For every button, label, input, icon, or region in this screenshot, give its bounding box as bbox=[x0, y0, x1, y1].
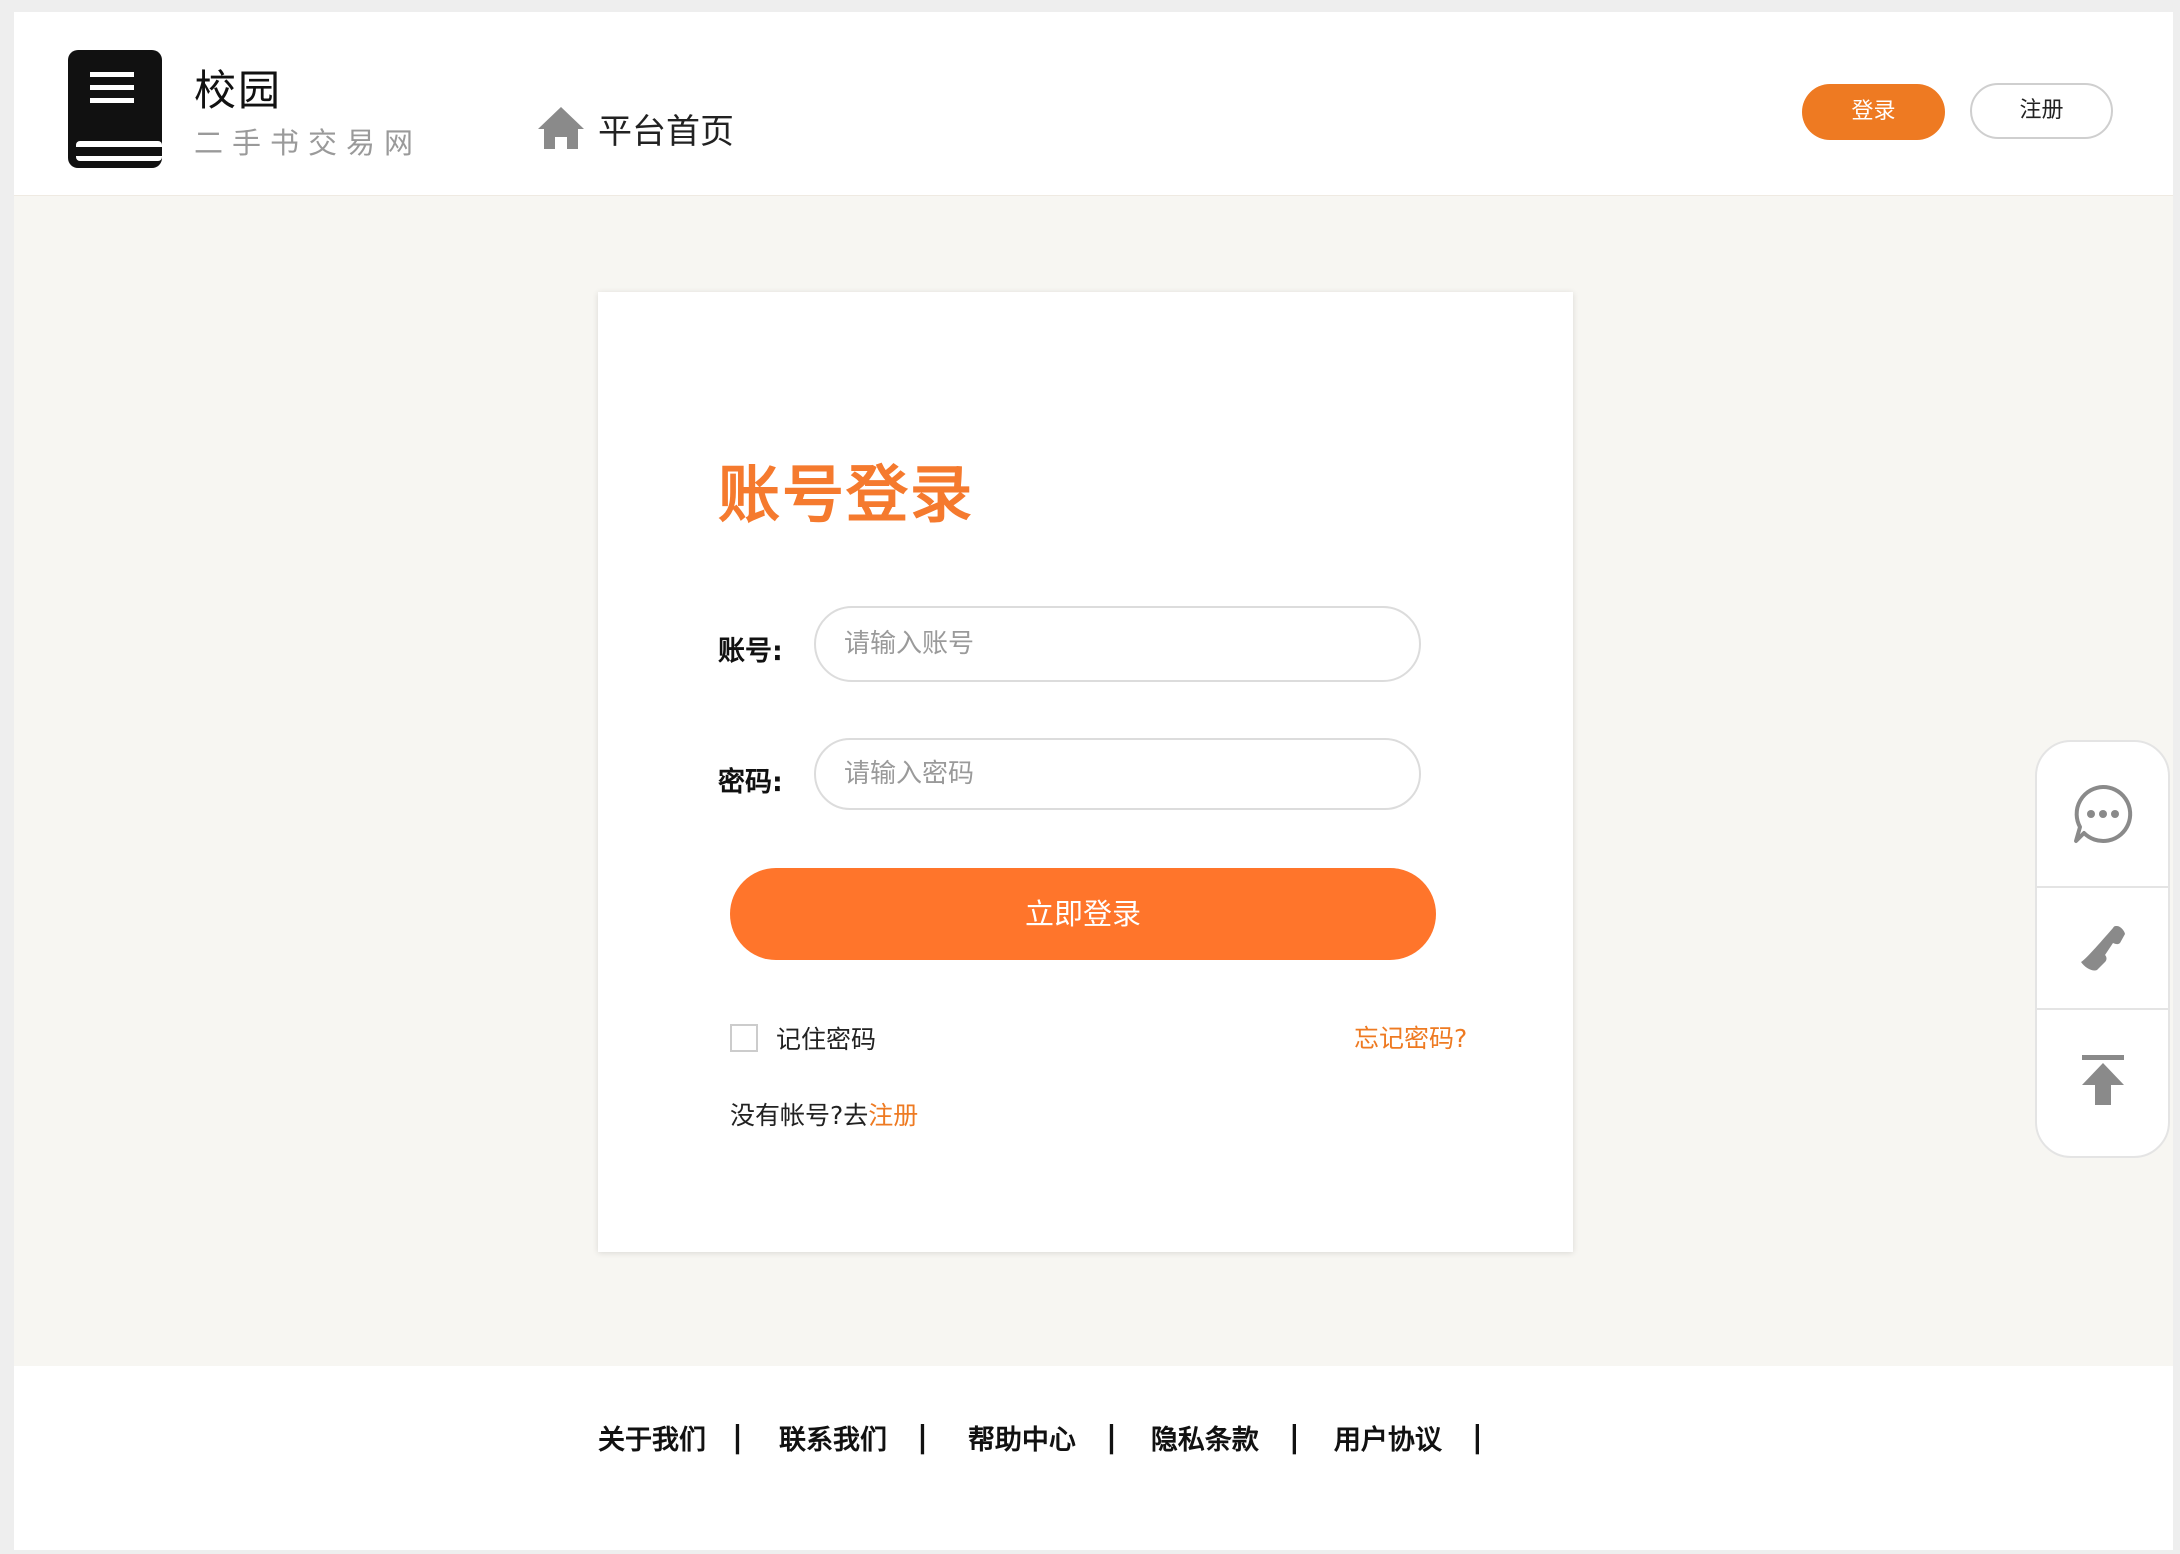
side-toolbar bbox=[2035, 740, 2170, 1158]
phone-icon bbox=[2080, 926, 2125, 971]
footer-separator: | bbox=[1471, 1420, 1483, 1455]
register-link[interactable]: 注册 bbox=[868, 1101, 918, 1130]
account-label: 账号: bbox=[718, 636, 783, 667]
no-account-text: 没有帐号?去注册 bbox=[730, 1096, 918, 1132]
login-submit-button[interactable]: 立即登录 bbox=[730, 868, 1436, 960]
forgot-password-link[interactable]: 忘记密码? bbox=[1354, 1019, 1467, 1055]
back-to-top-button[interactable] bbox=[2037, 1010, 2168, 1150]
footer-link-privacy[interactable]: 隐私条款 bbox=[1151, 1418, 1259, 1457]
remember-checkbox[interactable] bbox=[730, 1024, 758, 1052]
home-icon bbox=[538, 107, 584, 149]
logo-title: 校园 bbox=[194, 66, 283, 115]
footer-separator: | bbox=[1105, 1420, 1117, 1455]
back-to-top-icon bbox=[2081, 1055, 2124, 1105]
logo-subtitle: 二手书交易网 bbox=[194, 126, 423, 160]
chat-button[interactable] bbox=[2037, 742, 2168, 886]
footer-link-contact[interactable]: 联系我们 bbox=[779, 1418, 887, 1457]
nav-home-link[interactable]: 平台首页 bbox=[536, 102, 734, 154]
chat-icon bbox=[2073, 784, 2132, 843]
footer-separator: | bbox=[1288, 1420, 1300, 1455]
footer-link-agreement[interactable]: 用户协议 bbox=[1334, 1418, 1442, 1457]
account-input[interactable] bbox=[814, 606, 1421, 682]
password-input[interactable] bbox=[814, 738, 1421, 810]
page-frame: 校园 二手书交易网 平台首页 登录 注册 账号登录 账号: 密码: 立即登录 记… bbox=[14, 12, 2173, 1550]
footer-link-about[interactable]: 关于我们 bbox=[598, 1418, 706, 1457]
footer-separator: | bbox=[916, 1420, 928, 1455]
remember-password: 记住密码 bbox=[730, 1020, 876, 1056]
header: 校园 二手书交易网 平台首页 登录 注册 bbox=[14, 12, 2173, 196]
footer-separator: | bbox=[732, 1420, 743, 1455]
phone-button[interactable] bbox=[2037, 888, 2168, 1008]
password-label: 密码: bbox=[718, 767, 783, 798]
nav-home-label: 平台首页 bbox=[598, 111, 734, 152]
remember-label: 记住密码 bbox=[776, 1025, 877, 1054]
header-login-button[interactable]: 登录 bbox=[1802, 84, 1945, 140]
book-logo-icon bbox=[68, 50, 162, 168]
login-card: 账号登录 账号: 密码: 立即登录 记住密码 忘记密码? 没有帐号?去注册 bbox=[598, 292, 1573, 1252]
no-account-prompt: 没有帐号?去 bbox=[730, 1101, 869, 1130]
footer: 关于我们 | 联系我们 | 帮助中心 | 隐私条款 | 用户协议 | bbox=[14, 1366, 2173, 1550]
footer-link-help[interactable]: 帮助中心 bbox=[968, 1418, 1076, 1457]
header-register-button[interactable]: 注册 bbox=[1970, 83, 2113, 139]
footer-links: 关于我们 | 联系我们 | 帮助中心 | 隐私条款 | 用户协议 | bbox=[598, 1418, 1483, 1457]
login-title: 账号登录 bbox=[718, 458, 975, 531]
